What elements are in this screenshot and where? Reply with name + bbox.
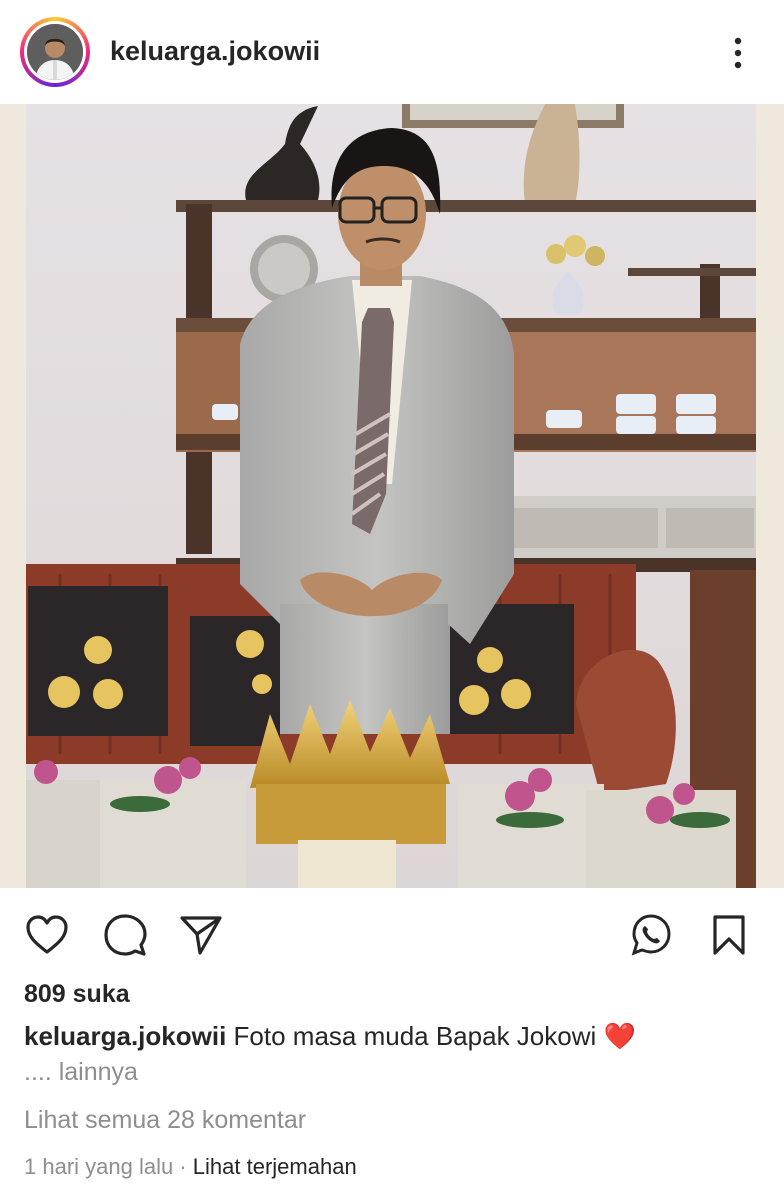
heart-emoji-icon: ❤️ xyxy=(603,1021,636,1051)
action-bar xyxy=(0,900,784,970)
caption-username[interactable]: keluarga.jokowii xyxy=(24,1021,226,1051)
view-comments-link[interactable]: Lihat semua 28 komentar xyxy=(24,1106,306,1135)
translate-link[interactable]: Lihat terjemahan xyxy=(193,1154,357,1179)
save-button[interactable] xyxy=(704,910,754,960)
more-options-button[interactable] xyxy=(724,36,752,70)
more-link[interactable]: .... lainnya xyxy=(24,1058,138,1087)
post-header: keluarga.jokowii xyxy=(0,0,784,104)
send-icon xyxy=(180,916,222,955)
whatsapp-share-button[interactable] xyxy=(626,910,676,960)
comment-icon xyxy=(104,914,147,956)
more-vertical-icon xyxy=(734,37,742,69)
heart-icon xyxy=(26,915,68,954)
like-button[interactable] xyxy=(22,910,72,960)
whatsapp-icon xyxy=(631,914,671,956)
bookmark-icon xyxy=(713,915,745,955)
timestamp: 1 hari yang lalu xyxy=(24,1154,174,1179)
comment-button[interactable] xyxy=(100,910,150,960)
avatar-border xyxy=(24,21,86,83)
share-button[interactable] xyxy=(176,910,226,960)
caption-text: Foto masa muda Bapak Jokowi xyxy=(233,1021,597,1051)
likes-count[interactable]: 809 suka xyxy=(24,980,130,1009)
timestamp-row: 1 hari yang lalu · Lihat terjemahan xyxy=(24,1154,357,1180)
caption: keluarga.jokowii Foto masa muda Bapak Jo… xyxy=(24,1018,764,1054)
post-image xyxy=(0,104,784,888)
separator-dot: · xyxy=(179,1154,187,1179)
username[interactable]: keluarga.jokowii xyxy=(110,36,320,67)
post-photo[interactable] xyxy=(0,104,784,888)
story-ring[interactable] xyxy=(20,17,90,87)
avatar-image xyxy=(27,24,83,80)
avatar[interactable] xyxy=(27,24,83,80)
